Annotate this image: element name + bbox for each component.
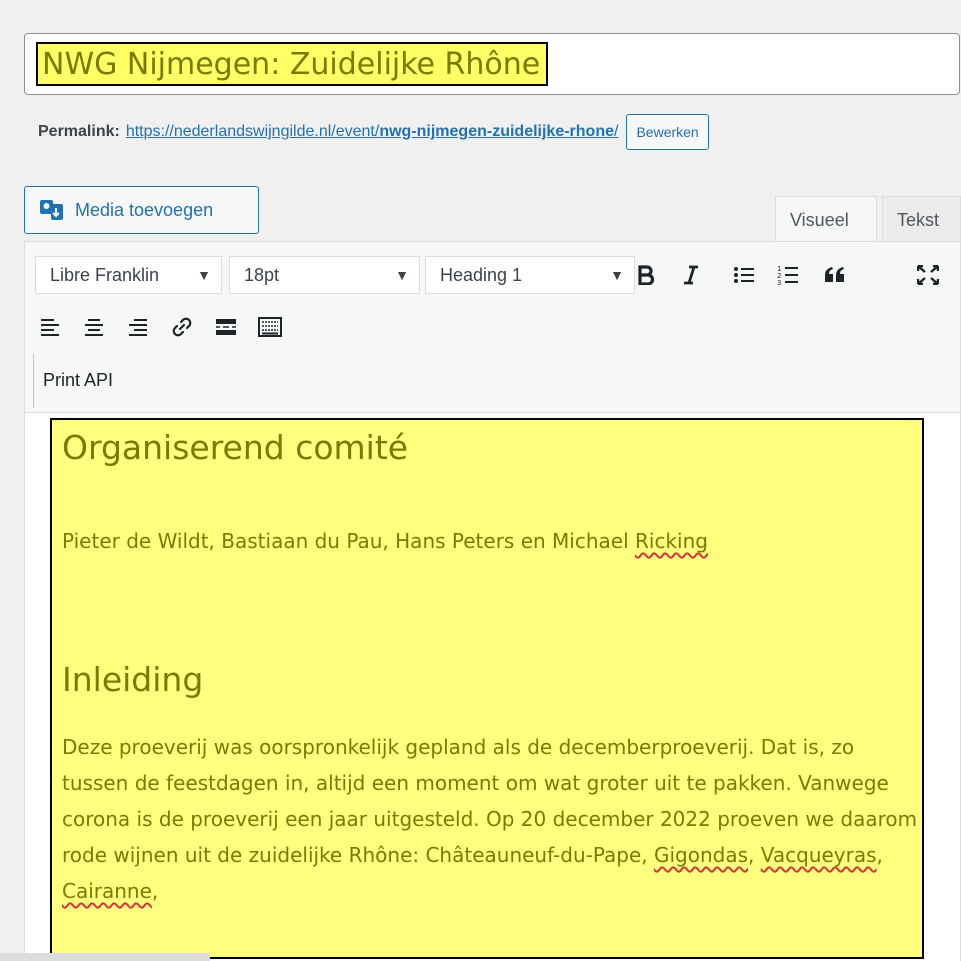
permalink-url-base: https://nederlandswijngilde.nl/event/ (125, 123, 380, 140)
numbered-list-button[interactable]: 123 (773, 260, 803, 290)
heading-inleiding[interactable]: Inleiding (62, 658, 203, 702)
chevron-down-icon: ▼ (610, 267, 624, 283)
heading-organiserend-comite[interactable]: Organiserend comité (62, 426, 408, 470)
bullet-list-button[interactable] (729, 260, 759, 290)
svg-text:3: 3 (777, 279, 781, 286)
link-icon (172, 317, 192, 337)
font-size-select[interactable]: 18pt ▼ (229, 256, 420, 294)
post-title-field[interactable]: NWG Nijmegen: Zuidelijke Rhône (24, 33, 960, 95)
blockquote-button[interactable] (820, 260, 850, 290)
bold-button[interactable] (631, 260, 661, 290)
permalink-label: Permalink: (38, 123, 120, 140)
committee-text: Pieter de Wildt, Bastiaan du Pau, Hans P… (62, 529, 635, 553)
permalink-link[interactable]: https://nederlandswijngilde.nl/event/nwg… (126, 123, 619, 141)
separator: , (748, 843, 761, 867)
bold-icon (638, 265, 655, 285)
align-left-button[interactable] (35, 312, 65, 342)
font-family-select[interactable]: Libre Franklin ▼ (35, 256, 222, 294)
add-media-button[interactable]: Media toevoegen (24, 186, 259, 234)
font-size-value: 18pt (244, 265, 280, 285)
tab-text[interactable]: Tekst (882, 196, 961, 242)
fullscreen-icon (917, 265, 939, 285)
permalink-url-end: / (614, 123, 619, 140)
separator: , (151, 879, 159, 903)
align-right-button[interactable] (123, 312, 153, 342)
spellcheck-word[interactable]: Ricking (635, 529, 708, 553)
permalink-slug: nwg-nijmegen-zuidelijke-rhone (379, 123, 614, 140)
tab-visual[interactable]: Visueel (775, 196, 877, 242)
spellcheck-word[interactable]: Gigondas (654, 843, 748, 867)
toolbar-toggle-icon (258, 317, 282, 337)
align-right-icon (129, 319, 147, 336)
horizontal-scrollbar[interactable] (0, 953, 210, 961)
read-more-button[interactable] (211, 312, 241, 342)
chevron-down-icon: ▼ (395, 267, 409, 283)
italic-icon (684, 265, 698, 285)
align-center-button[interactable] (79, 312, 109, 342)
fullscreen-button[interactable] (913, 260, 943, 290)
edit-permalink-button[interactable]: Bewerken (626, 114, 709, 150)
add-media-label: Media toevoegen (75, 199, 214, 220)
italic-button[interactable] (676, 260, 706, 290)
numbered-list-icon: 123 (777, 265, 798, 286)
post-title-text[interactable]: NWG Nijmegen: Zuidelijke Rhône (36, 42, 549, 86)
insert-link-button[interactable] (167, 312, 197, 342)
chevron-down-icon: ▼ (197, 267, 211, 283)
permalink-row: Permalink: https://nederlandswijngilde.n… (38, 114, 709, 150)
spellcheck-word[interactable]: Cairanne (62, 879, 152, 903)
editor-content-area[interactable]: Organiserend comité Pieter de Wildt, Bas… (24, 413, 961, 961)
toolbar-toggle-button[interactable] (255, 312, 285, 342)
paragraph-committee[interactable]: Pieter de Wildt, Bastiaan du Pau, Hans P… (62, 523, 708, 559)
blockquote-icon (825, 267, 844, 282)
print-api-button[interactable]: Print API (43, 370, 113, 391)
font-family-value: Libre Franklin (50, 265, 160, 285)
format-select[interactable]: Heading 1 ▼ (425, 256, 635, 294)
align-left-icon (41, 319, 59, 336)
editor-toolbar: Libre Franklin ▼ 18pt ▼ Heading 1 ▼ 123 (24, 241, 961, 413)
media-add-icon (40, 200, 63, 220)
bullet-list-icon (734, 267, 754, 283)
highlighted-content[interactable]: Organiserend comité Pieter de Wildt, Bas… (50, 418, 924, 959)
toolbar-divider (33, 354, 34, 408)
spellcheck-word[interactable]: Vacqueyras (761, 843, 877, 867)
read-more-icon (216, 319, 236, 335)
align-center-icon (85, 319, 103, 336)
separator: , (876, 843, 883, 867)
paragraph-intro[interactable]: Deze proeverij was oorspronkelijk geplan… (62, 729, 922, 909)
format-value: Heading 1 (440, 265, 523, 285)
